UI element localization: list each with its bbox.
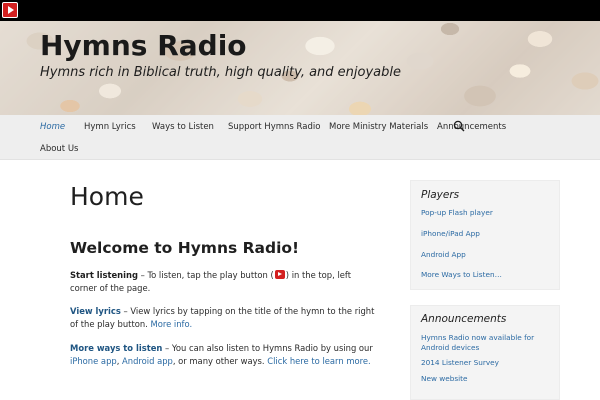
- page-title: Home: [70, 182, 144, 211]
- start-listening-text: – To listen, tap the play button (: [137, 270, 274, 280]
- more-ways-paragraph: More ways to listen – You can also liste…: [70, 342, 380, 368]
- announcements-title: Announcements: [421, 313, 507, 325]
- more-ways-text: – You can also listen to Hymns Radio by …: [162, 343, 373, 353]
- start-listening-label: Start listening: [70, 270, 138, 280]
- nav-item-ministry-materials[interactable]: More Ministry Materials: [329, 122, 428, 133]
- start-listening-paragraph: Start listening – To listen, tap the pla…: [70, 269, 380, 295]
- more-ways-text-end: , or many other ways.: [172, 356, 268, 366]
- search-icon[interactable]: [453, 120, 465, 132]
- nav-item-home[interactable]: Home: [40, 122, 65, 133]
- more-ways-label[interactable]: More ways to listen: [70, 343, 162, 353]
- top-bar: [0, 0, 600, 21]
- popup-player-link[interactable]: Pop-up Flash player: [421, 208, 493, 218]
- nav-item-support[interactable]: Support Hymns Radio: [228, 122, 320, 133]
- android-app-link[interactable]: Android app: [122, 356, 173, 366]
- welcome-heading: Welcome to Hymns Radio!: [70, 239, 300, 257]
- view-lyrics-paragraph: View lyrics – View lyrics by tapping on …: [70, 305, 380, 331]
- new-website-link[interactable]: New website: [421, 374, 468, 384]
- view-lyrics-label[interactable]: View lyrics: [70, 306, 121, 316]
- players-title: Players: [421, 189, 460, 201]
- more-info-link[interactable]: More info.: [150, 319, 192, 329]
- play-icon: [8, 6, 14, 14]
- inline-play-icon: [274, 270, 285, 279]
- android-announcement-link[interactable]: Hymns Radio now available for Android de…: [421, 333, 546, 353]
- main-navigation: Home Hymn Lyrics Ways to Listen Support …: [0, 115, 600, 160]
- nav-item-hymn-lyrics[interactable]: Hymn Lyrics: [84, 122, 136, 133]
- listener-survey-link[interactable]: 2014 Listener Survey: [421, 358, 499, 368]
- play-button[interactable]: [2, 2, 18, 18]
- iphone-app-link[interactable]: iPhone app: [70, 356, 117, 366]
- learn-more-link[interactable]: Click here to learn more.: [267, 356, 370, 366]
- site-title[interactable]: Hymns Radio: [40, 29, 247, 62]
- site-tagline: Hymns rich in Biblical truth, high quali…: [40, 65, 401, 80]
- more-ways-to-listen-link[interactable]: More Ways to Listen…: [421, 270, 502, 280]
- nav-item-ways-to-listen[interactable]: Ways to Listen: [152, 122, 214, 133]
- nav-item-announcements[interactable]: Announcements: [437, 122, 506, 133]
- iphone-ipad-app-link[interactable]: iPhone/iPad App: [421, 229, 480, 239]
- site-header: Hymns Radio Hymns rich in Biblical truth…: [0, 21, 600, 115]
- players-widget: Players Pop-up Flash player iPhone/iPad …: [410, 180, 560, 290]
- nav-item-about-us[interactable]: About Us: [40, 144, 78, 155]
- announcements-widget: Announcements Hymns Radio now available …: [410, 305, 560, 400]
- android-app-sidebar-link[interactable]: Android App: [421, 250, 466, 260]
